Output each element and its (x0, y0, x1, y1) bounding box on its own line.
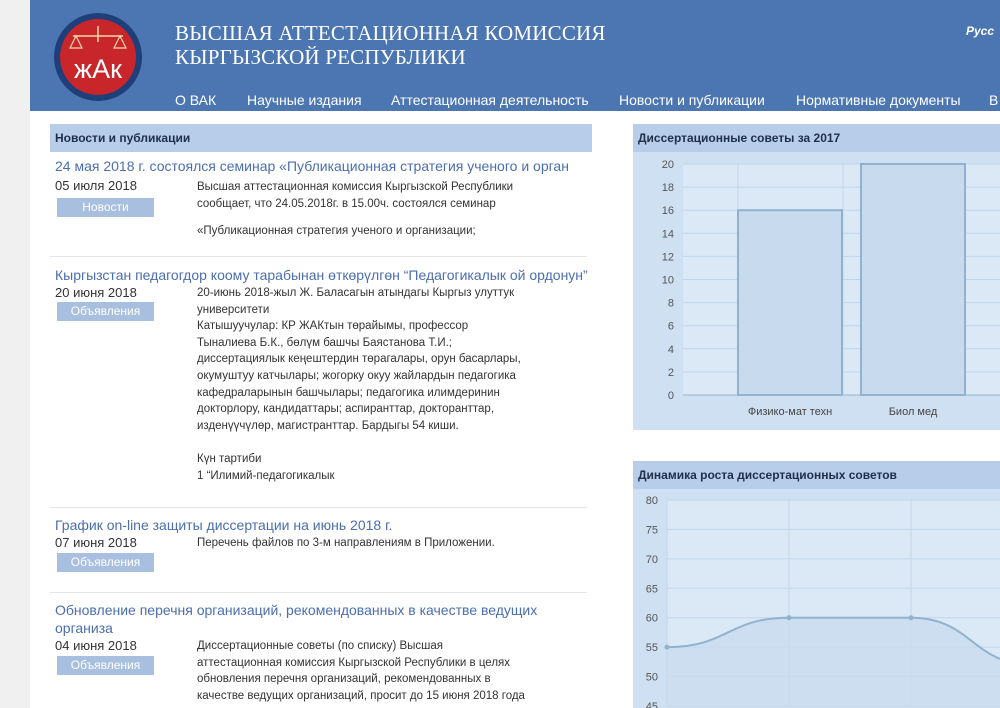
x-tick-label: Физико-мат техн (748, 406, 832, 418)
councils-growth-chart: 45 50 55 60 65 70 75 80 (633, 489, 1000, 708)
nav-news-publications[interactable]: Новости и публикации (619, 92, 765, 108)
y-tick-label: 12 (662, 251, 674, 263)
nav-more[interactable]: В (989, 92, 998, 108)
y-tick-label: 4 (668, 344, 674, 356)
news-panel-heading: Новости и публикации (50, 124, 592, 152)
news-item-excerpt: 20-июнь 2018-жыл Ж. Баласагын атындагы К… (197, 285, 552, 485)
excerpt-line: 20-июнь 2018-жыл Ж. Баласагын атындагы К… (197, 287, 515, 299)
bar (860, 163, 966, 396)
main-nav: О ВАК Научные издания Аттестационная дея… (30, 89, 1000, 111)
y-tick-label: 14 (662, 228, 674, 240)
bar (737, 209, 843, 397)
news-item-title[interactable]: 24 мая 2018 г. состоялся семинар «Публик… (55, 157, 592, 175)
news-item-title[interactable]: Кыргызстан педагогдор коому тарабынан өт… (55, 266, 592, 284)
excerpt-line: изденүүчүлөр, магистранттар. Бардыгы 54 … (197, 419, 459, 432)
excerpt-line: окумуштуу катчылары; жогорку окуу жайлар… (197, 369, 516, 382)
news-divider (50, 256, 587, 257)
news-divider (50, 507, 587, 508)
y-tick-label: 75 (646, 524, 658, 536)
y-tick-label: 50 (646, 672, 658, 684)
news-item-category-badge[interactable]: Новости (57, 198, 154, 217)
data-point (786, 615, 792, 621)
y-tick-label: 20 (662, 159, 674, 171)
news-list: 24 мая 2018 г. состоялся семинар «Публик… (50, 152, 592, 708)
page: жАк ВЫСШАЯ АТТЕСТАЦИОННАЯ КОМИССИЯ КЫРГЫ… (30, 0, 1000, 708)
excerpt-spacer (197, 212, 552, 223)
news-item-excerpt: Диссертационные советы (по списку) Высша… (197, 638, 552, 704)
news-item-excerpt: Высшая аттестационная комиссия Кыргызско… (197, 179, 552, 240)
excerpt-line: сообщает, что 24.05.2018г. в 15.00ч. сос… (197, 197, 496, 210)
y-tick-label: 80 (646, 495, 658, 507)
excerpt-line: кафедраларынын башчылары; педагогика или… (197, 386, 500, 399)
excerpt-line: качестве ведущих организаций, просит до … (197, 689, 525, 702)
y-tick-label: 0 (668, 390, 674, 402)
site-title-line-2: КЫРГЫЗСКОЙ РЕСПУБЛИКИ (175, 45, 466, 69)
site-title[interactable]: ВЫСШАЯ АТТЕСТАЦИОННАЯ КОМИССИЯ КЫРГЫЗСКО… (175, 21, 606, 69)
excerpt-line: Күн тартиби (197, 453, 262, 466)
nav-about-vak[interactable]: О ВАК (175, 92, 216, 108)
y-tick-label: 16 (662, 205, 674, 217)
y-tick-label: 8 (668, 298, 674, 310)
excerpt-line: Высшая аттестационная комиссия Кыргызско… (197, 181, 514, 193)
nav-normative-documents[interactable]: Нормативные документы (796, 92, 961, 108)
excerpt-line: Катышуучулар: КР ЖАКтын төрайымы, профес… (197, 320, 469, 333)
site-title-line-1: ВЫСШАЯ АТТЕСТАЦИОННАЯ КОМИССИЯ (175, 21, 606, 45)
excerpt-line: докторлору, кандидаттары; аспиранттар, д… (197, 403, 495, 416)
x-tick-label: Биол мед (889, 406, 938, 418)
news-divider (50, 592, 587, 593)
news-item-excerpt: Перечень файлов по 3-м направлениям в Пр… (197, 535, 552, 552)
y-tick-label: 45 (646, 701, 658, 708)
news-item-category-badge[interactable]: Объявления (57, 656, 154, 675)
excerpt-line: университети (197, 303, 270, 316)
excerpt-line: обновления перечня организаций, рекоменд… (197, 673, 491, 686)
language-switch[interactable]: Русс (966, 24, 994, 38)
site-header: жАк ВЫСШАЯ АТТЕСТАЦИОННАЯ КОМИССИЯ КЫРГЫ… (30, 0, 1000, 111)
excerpt-spacer (197, 434, 552, 451)
data-point (908, 615, 914, 621)
y-tick-label: 65 (646, 583, 658, 595)
y-tick-label: 18 (662, 182, 674, 194)
nav-scientific-publications[interactable]: Научные издания (247, 92, 362, 108)
excerpt-line: 1 “Илимий-педагогикалык (197, 469, 335, 482)
y-tick-label: 55 (646, 642, 658, 654)
news-item-category-badge[interactable]: Объявления (57, 553, 154, 572)
y-tick-label: 2 (668, 367, 674, 379)
y-tick-label: 6 (668, 321, 674, 333)
councils-growth-heading: Динамика роста диссертационных советов (633, 461, 1000, 489)
excerpt-line: Перечень файлов по 3-м направлениям в Пр… (197, 537, 495, 549)
y-tick-label: 10 (662, 275, 674, 287)
news-item-date: 04 июня 2018 (55, 638, 137, 653)
area-chart-svg: 45 50 55 60 65 70 75 80 (646, 495, 1000, 708)
excerpt-line: «Публикационная стратегия ученого и орга… (197, 224, 476, 237)
excerpt-line: Диссертационные советы (по списку) Высша… (197, 640, 444, 652)
news-item-category-badge[interactable]: Объявления (57, 302, 154, 321)
y-tick-label: 70 (646, 554, 658, 566)
news-item-title[interactable]: График on-line защиты диссертации на июн… (55, 516, 592, 534)
news-item-date: 05 июля 2018 (55, 178, 137, 193)
news-item-date: 07 июня 2018 (55, 535, 137, 550)
logo-letters: жАк (74, 54, 122, 84)
excerpt-line: Тыналиева Б.К., бөлүм башчы Баястанова Т… (197, 336, 452, 349)
bar-chart-svg: 0 2 4 6 8 10 12 14 16 18 20 Физико-мат техн Биол мед (662, 159, 1000, 418)
excerpt-line: диссертациялык кеңештердин төрагалары, о… (197, 353, 521, 366)
y-tick-label: 60 (646, 613, 658, 625)
news-item-date: 20 июня 2018 (55, 285, 137, 300)
dissertation-councils-2017-heading: Диссертационные советы за 2017 (633, 124, 1000, 152)
data-point (664, 644, 670, 650)
dissertation-councils-2017-chart: 0 2 4 6 8 10 12 14 16 18 20 Физико-мат техн Биол мед (633, 152, 1000, 430)
news-item-title[interactable]: Обновление перечня организаций, рекоменд… (55, 601, 555, 637)
nav-attestation-activity[interactable]: Аттестационная деятельность (391, 92, 589, 108)
excerpt-line: аттестационная комиссия Кыргызской Респу… (197, 656, 511, 669)
